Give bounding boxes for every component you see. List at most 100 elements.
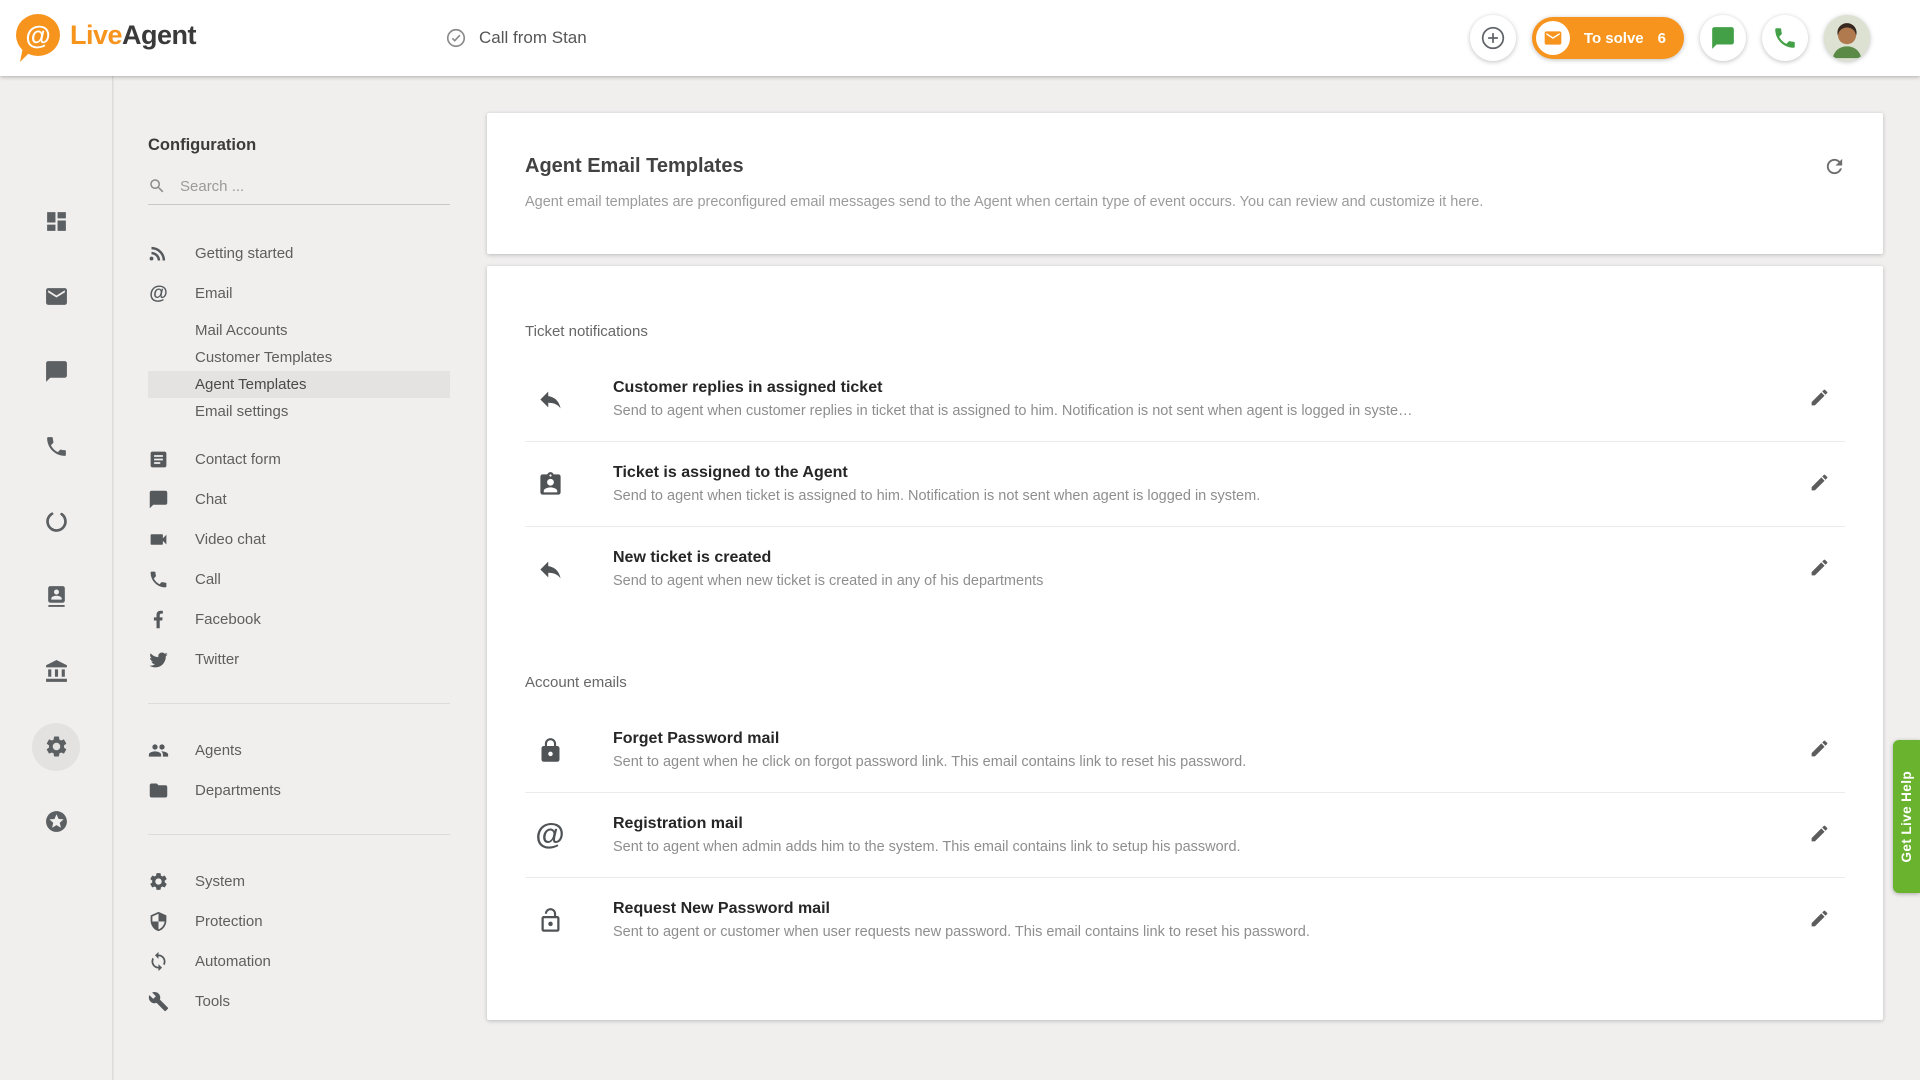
pencil-icon	[1809, 823, 1830, 844]
sidebar-item-contact-form[interactable]: Contact form	[148, 439, 450, 479]
tab-call-from-stan[interactable]: Call from Stan	[445, 0, 587, 76]
chats-button[interactable]	[1700, 15, 1746, 61]
search-input[interactable]	[180, 178, 450, 195]
pencil-icon	[1809, 738, 1830, 759]
envelope-icon	[1536, 21, 1570, 55]
contact-card-icon	[32, 573, 80, 621]
search-icon	[148, 177, 166, 195]
rail-item-contacts[interactable]	[19, 559, 94, 634]
edit-button[interactable]	[1801, 902, 1837, 938]
gear-icon	[148, 871, 169, 892]
user-avatar[interactable]	[1824, 15, 1870, 61]
chat-icon	[148, 489, 169, 510]
sidebar-item-tools[interactable]: Tools	[148, 981, 450, 1021]
pencil-icon	[1809, 908, 1830, 929]
rail-item-dashboard[interactable]	[19, 184, 94, 259]
folder-icon	[148, 780, 169, 801]
to-solve-label: To solve	[1584, 30, 1644, 47]
template-description: Sent to agent when he click on forgot pa…	[613, 752, 1801, 772]
logo-text-agent: Agent	[122, 20, 196, 50]
page-title: Agent Email Templates	[525, 153, 1845, 179]
rail-item-company[interactable]	[19, 634, 94, 709]
top-bar: @ LiveAgent Call from Stan To solve	[0, 0, 1920, 76]
edit-button[interactable]	[1801, 732, 1837, 768]
videocam-icon	[148, 529, 169, 550]
template-title: Ticket is assigned to the Agent	[613, 462, 1801, 484]
templates-card: Ticket notifications Customer replies in…	[487, 266, 1883, 1020]
sidebar-item-video-chat[interactable]: Video chat	[148, 519, 450, 559]
chat-bubble-icon	[1710, 25, 1736, 51]
sidebar-item-mail-accounts[interactable]: Mail Accounts	[148, 317, 450, 344]
star-circle-icon	[32, 798, 80, 846]
at-icon: @	[25, 22, 50, 48]
menu-divider	[148, 703, 450, 704]
panel-title: Configuration	[148, 136, 450, 155]
add-button[interactable]	[1470, 15, 1516, 61]
pencil-icon	[1809, 557, 1830, 578]
rail-item-chat[interactable]	[19, 334, 94, 409]
to-solve-button[interactable]: To solve 6	[1532, 17, 1684, 59]
icon-rail	[0, 76, 113, 1080]
template-row-customer-replies: Customer replies in assigned ticket Send…	[525, 357, 1845, 442]
pencil-icon	[1809, 387, 1830, 408]
topbar-actions: To solve 6	[1470, 0, 1870, 76]
rail-item-stars[interactable]	[19, 784, 94, 859]
sidebar-item-chat[interactable]: Chat	[148, 479, 450, 519]
sidebar-item-email[interactable]: @ Email	[148, 273, 450, 313]
sidebar-item-system[interactable]: System	[148, 861, 450, 901]
check-circle-icon	[445, 27, 467, 49]
sidebar-item-agent-templates[interactable]: Agent Templates	[148, 371, 450, 398]
people-icon	[148, 740, 169, 761]
rail-item-email[interactable]	[19, 259, 94, 334]
edit-button[interactable]	[1801, 466, 1837, 502]
phone-icon	[32, 423, 80, 471]
phone-icon	[1772, 25, 1798, 51]
template-description: Send to agent when new ticket is created…	[613, 571, 1801, 591]
section-account-emails: Account emails Forget Password mail Sent…	[525, 673, 1845, 962]
page-subtitle: Agent email templates are preconfigured …	[525, 192, 1845, 212]
bank-icon	[32, 648, 80, 696]
sidebar-item-call[interactable]: Call	[148, 559, 450, 599]
email-submenu: Mail Accounts Customer Templates Agent T…	[148, 317, 450, 425]
section-heading: Ticket notifications	[525, 322, 1845, 342]
email-icon	[32, 273, 80, 321]
template-title: Registration mail	[613, 813, 1801, 835]
form-icon	[148, 449, 169, 470]
edit-button[interactable]	[1801, 551, 1837, 587]
refresh-button[interactable]	[1819, 153, 1849, 183]
get-live-help-label: Get Live Help	[1899, 771, 1914, 862]
rail-item-progress[interactable]	[19, 484, 94, 559]
rail-item-call[interactable]	[19, 409, 94, 484]
sidebar-item-getting-started[interactable]: Getting started	[148, 233, 450, 273]
search-box	[148, 177, 450, 205]
sidebar-item-automation[interactable]: Automation	[148, 941, 450, 981]
tab-label: Call from Stan	[479, 28, 587, 48]
sidebar-item-agents[interactable]: Agents	[148, 730, 450, 770]
sidebar-item-protection[interactable]: Protection	[148, 901, 450, 941]
template-row-new-ticket: New ticket is created Send to agent when…	[525, 527, 1845, 611]
at-icon: @	[148, 284, 169, 303]
template-title: Customer replies in assigned ticket	[613, 377, 1801, 399]
lock-open-icon	[525, 907, 575, 934]
edit-button[interactable]	[1801, 817, 1837, 853]
sidebar-item-email-settings[interactable]: Email settings	[148, 398, 450, 425]
wrench-icon	[148, 991, 169, 1012]
template-title: Request New Password mail	[613, 898, 1801, 920]
sidebar-item-facebook[interactable]: Facebook	[148, 599, 450, 639]
edit-button[interactable]	[1801, 381, 1837, 417]
rss-icon	[148, 243, 169, 264]
calls-button[interactable]	[1762, 15, 1808, 61]
gear-icon	[32, 723, 80, 771]
sidebar-item-customer-templates[interactable]: Customer Templates	[148, 344, 450, 371]
plus-circle-icon	[1480, 25, 1506, 51]
rail-item-settings[interactable]	[19, 709, 94, 784]
avatar-photo	[1824, 15, 1870, 61]
get-live-help-tab[interactable]: Get Live Help	[1893, 740, 1920, 893]
lock-icon	[525, 737, 575, 764]
progress-circle-icon	[32, 498, 80, 546]
sidebar-item-departments[interactable]: Departments	[148, 770, 450, 810]
configuration-menu: Getting started @ Email Mail Accounts Cu…	[148, 233, 450, 1021]
twitter-icon	[148, 649, 169, 670]
sidebar-item-twitter[interactable]: Twitter	[148, 639, 450, 679]
chat-icon	[32, 348, 80, 396]
